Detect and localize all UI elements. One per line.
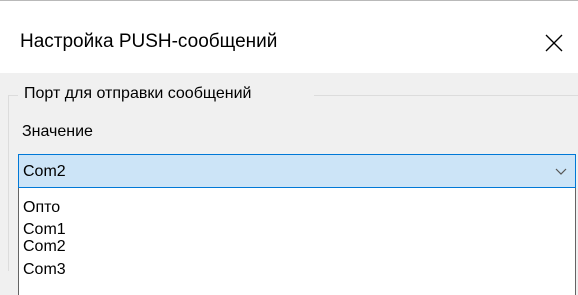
port-select[interactable]: Com2 — [18, 154, 576, 188]
group-label: Порт для отправки сообщений — [22, 85, 254, 103]
dropdown-option-com3[interactable]: Com3 — [21, 260, 575, 280]
dialog-title: Настройка PUSH-сообщений — [20, 31, 278, 52]
dropdown-option-com2[interactable]: Com2 — [21, 237, 575, 257]
close-icon — [545, 34, 563, 52]
port-dropdown-list: Опто Com1 Com2 Com3 — [18, 188, 576, 295]
close-button[interactable] — [532, 21, 576, 65]
value-label: Значение — [22, 123, 93, 140]
group-border-left — [8, 95, 9, 271]
group-border-top-right — [314, 95, 578, 96]
dropdown-option-opto[interactable]: Опто — [21, 198, 575, 218]
port-select-value: Com2 — [23, 163, 66, 180]
title-bar: Настройка PUSH-сообщений — [0, 0, 578, 73]
push-settings-dialog: Настройка PUSH-сообщений Порт для отправ… — [0, 0, 578, 295]
chevron-down-icon — [555, 165, 567, 177]
group-border-top-left — [8, 95, 18, 96]
